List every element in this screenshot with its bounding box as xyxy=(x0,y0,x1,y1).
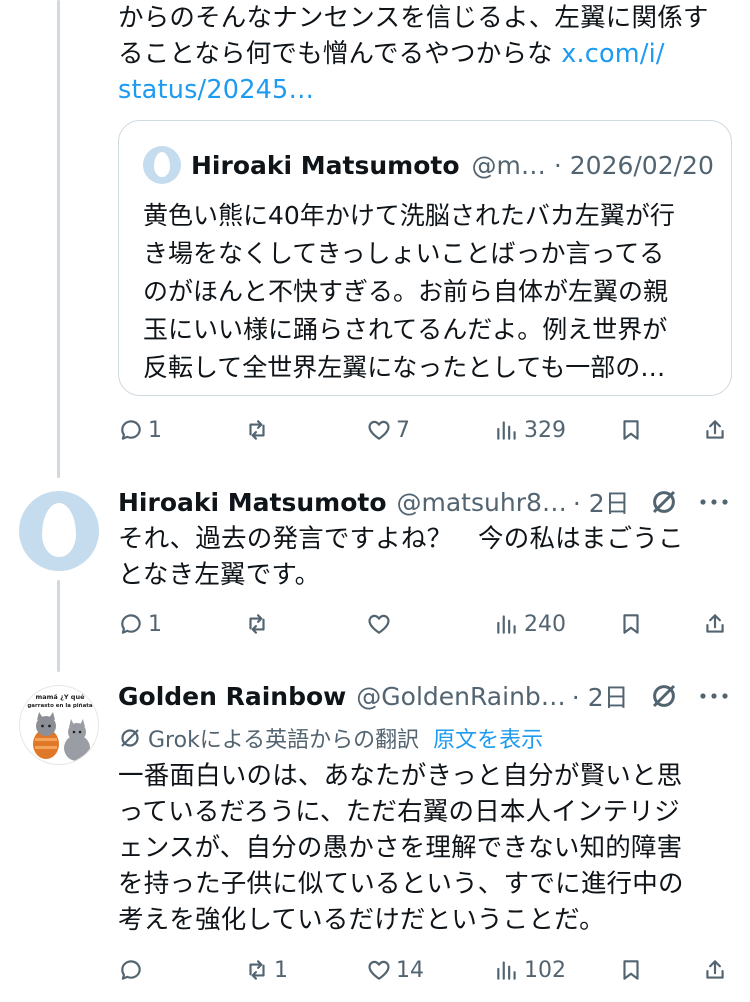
bookmark-button[interactable] xyxy=(618,604,644,644)
avatar-caption-2: garrasto en la piñata xyxy=(27,703,93,709)
repost-count: 1 xyxy=(274,957,288,983)
views-count: 102 xyxy=(524,957,566,983)
like-button[interactable]: 7 xyxy=(366,410,410,450)
quote-avatar xyxy=(143,146,181,184)
tweet3-line: ェンスが、自分の愚かさを理解できない知的障害 xyxy=(118,833,683,863)
quote-date: · 2026/02/20 xyxy=(553,150,714,180)
share-button[interactable] xyxy=(702,950,728,990)
avatar[interactable] xyxy=(19,491,99,571)
tweet1-line1: からのそんなナンセンスを信じるよ、左翼に関係す xyxy=(118,3,709,33)
quote-line: 反転して全世界左翼になったとしても一部の… xyxy=(143,353,666,382)
quote-line: のがほんと不快すぎる。お前ら自体が左翼の親 xyxy=(143,277,669,306)
views-button[interactable]: 102 xyxy=(494,950,566,990)
bookmark-icon xyxy=(623,960,639,980)
tweet3-actions: 1 14 102 xyxy=(118,950,738,990)
thread-line-top xyxy=(57,0,60,478)
tweet1-link-part1[interactable]: x.com/i/ xyxy=(561,39,665,69)
tweet3-header: Golden Rainbow @GoldenRainb… · 2日 xyxy=(118,678,629,714)
quote-header: Hiroaki Matsumoto @m… · 2026/02/20 xyxy=(143,146,714,184)
bookmark-icon xyxy=(623,614,639,634)
author-name[interactable]: Hiroaki Matsumoto xyxy=(118,488,387,517)
tweet3-line: っているだろうに、ただ右翼の日本人インテリジ xyxy=(118,797,680,827)
views-button[interactable]: 240 xyxy=(494,604,566,644)
repost-icon xyxy=(249,960,265,980)
translation-notice: Grokによる英語からの翻訳 原文を表示 xyxy=(118,722,543,754)
views-button[interactable]: 329 xyxy=(494,410,566,450)
tweet3-text: 一番面白いのは、あなたがきっと自分が賢いと思 っているだろうに、ただ右翼の日本人… xyxy=(118,758,738,938)
bookmark-button[interactable] xyxy=(618,410,644,450)
more-icon[interactable] xyxy=(696,484,732,520)
more-icon[interactable] xyxy=(696,678,732,714)
avatar[interactable]: mamá ¿Y qué garrasto en la piñata xyxy=(19,685,99,765)
repost-icon xyxy=(249,420,265,440)
repost-button[interactable] xyxy=(244,410,274,450)
author-name[interactable]: Golden Rainbow xyxy=(118,682,346,711)
quote-line: 玉にいい様に踊らされてるんだよ。例え世界が xyxy=(143,315,668,344)
tweet-time[interactable]: · 2日 xyxy=(573,484,630,520)
share-icon xyxy=(706,420,724,439)
reply-icon xyxy=(121,614,141,634)
heart-icon xyxy=(368,420,390,440)
views-count: 329 xyxy=(524,417,566,443)
repost-button[interactable]: 1 xyxy=(244,950,288,990)
views-icon xyxy=(497,421,516,440)
tweet2-line: それ、過去の発言ですよね？ 今の私はまごうこ xyxy=(118,524,684,554)
reply-count: 1 xyxy=(148,611,162,637)
tweet3-line: 考えを強化しているだけだということだ。 xyxy=(118,905,605,935)
share-button[interactable] xyxy=(702,604,728,644)
like-count: 7 xyxy=(396,417,410,443)
views-icon xyxy=(497,961,516,980)
reply-button[interactable]: 1 xyxy=(118,604,162,644)
translation-label: Grokによる英語からの翻訳 xyxy=(148,728,420,753)
tweet2-line: となき左翼です。 xyxy=(118,560,321,590)
reply-count: 1 xyxy=(148,417,162,443)
reply-icon xyxy=(121,960,141,980)
reply-icon xyxy=(121,420,141,440)
views-icon xyxy=(497,615,516,634)
reply-button[interactable] xyxy=(118,950,148,990)
tweet3-line: を持った子供に似ているという、すでに進行中の xyxy=(118,869,684,899)
cat-meme-image: mamá ¿Y qué garrasto en la piñata xyxy=(27,693,93,761)
thread-line-middle xyxy=(57,580,60,672)
bookmark-button[interactable] xyxy=(618,950,644,990)
reply-button[interactable]: 1 xyxy=(118,410,162,450)
tweet1-actions: 1 7 329 xyxy=(118,410,738,450)
tweet2-actions: 1 240 xyxy=(118,604,738,644)
tweet-time[interactable]: · 2日 xyxy=(572,678,629,714)
views-count: 240 xyxy=(524,611,566,637)
tweet2-text: それ、過去の発言ですよね？ 今の私はまごうこ となき左翼です。 xyxy=(118,521,738,593)
quote-body: 黄色い熊に40年かけて洗脳されたバカ左翼が行 き場をなくしてきっしょいことばっか… xyxy=(143,197,713,387)
bookmark-icon xyxy=(623,420,639,440)
like-count: 14 xyxy=(396,957,424,983)
quote-author-handle: @m… xyxy=(471,150,546,180)
share-icon xyxy=(706,960,724,979)
quote-author-name: Hiroaki Matsumoto xyxy=(191,150,460,180)
grok-icon[interactable] xyxy=(646,484,682,520)
share-icon xyxy=(706,614,724,633)
like-button[interactable]: 14 xyxy=(366,950,424,990)
show-original-link[interactable]: 原文を表示 xyxy=(433,722,543,754)
quote-line: き場をなくしてきっしょいことばっか言ってる xyxy=(143,239,665,268)
like-button[interactable] xyxy=(366,604,396,644)
tweet1-link-part2[interactable]: status/20245… xyxy=(118,75,314,105)
author-handle[interactable]: @matsuhr8… xyxy=(397,488,567,517)
quote-tweet-card[interactable]: Hiroaki Matsumoto @m… · 2026/02/20 黄色い熊に… xyxy=(118,120,732,396)
repost-icon xyxy=(249,614,265,634)
tweet1-line2: ることなら何でも憎んでるやつからな xyxy=(118,39,553,69)
grok-icon xyxy=(121,729,139,747)
heart-icon xyxy=(368,960,390,980)
quote-line: 黄色い熊に40年かけて洗脳されたバカ左翼が行 xyxy=(143,201,675,230)
avatar-caption-1: mamá ¿Y qué xyxy=(35,693,85,701)
tweet2-header: Hiroaki Matsumoto @matsuhr8… · 2日 xyxy=(118,484,630,520)
tweet3-line: 一番面白いのは、あなたがきっと自分が賢いと思 xyxy=(118,761,683,791)
heart-icon xyxy=(368,614,390,634)
author-handle[interactable]: @GoldenRainb… xyxy=(356,682,566,711)
repost-button[interactable] xyxy=(244,604,274,644)
grok-icon[interactable] xyxy=(646,678,682,714)
tweet1-text: からのそんなナンセンスを信じるよ、左翼に関係す ることなら何でも憎んでるやつから… xyxy=(118,0,738,108)
share-button[interactable] xyxy=(702,410,728,450)
